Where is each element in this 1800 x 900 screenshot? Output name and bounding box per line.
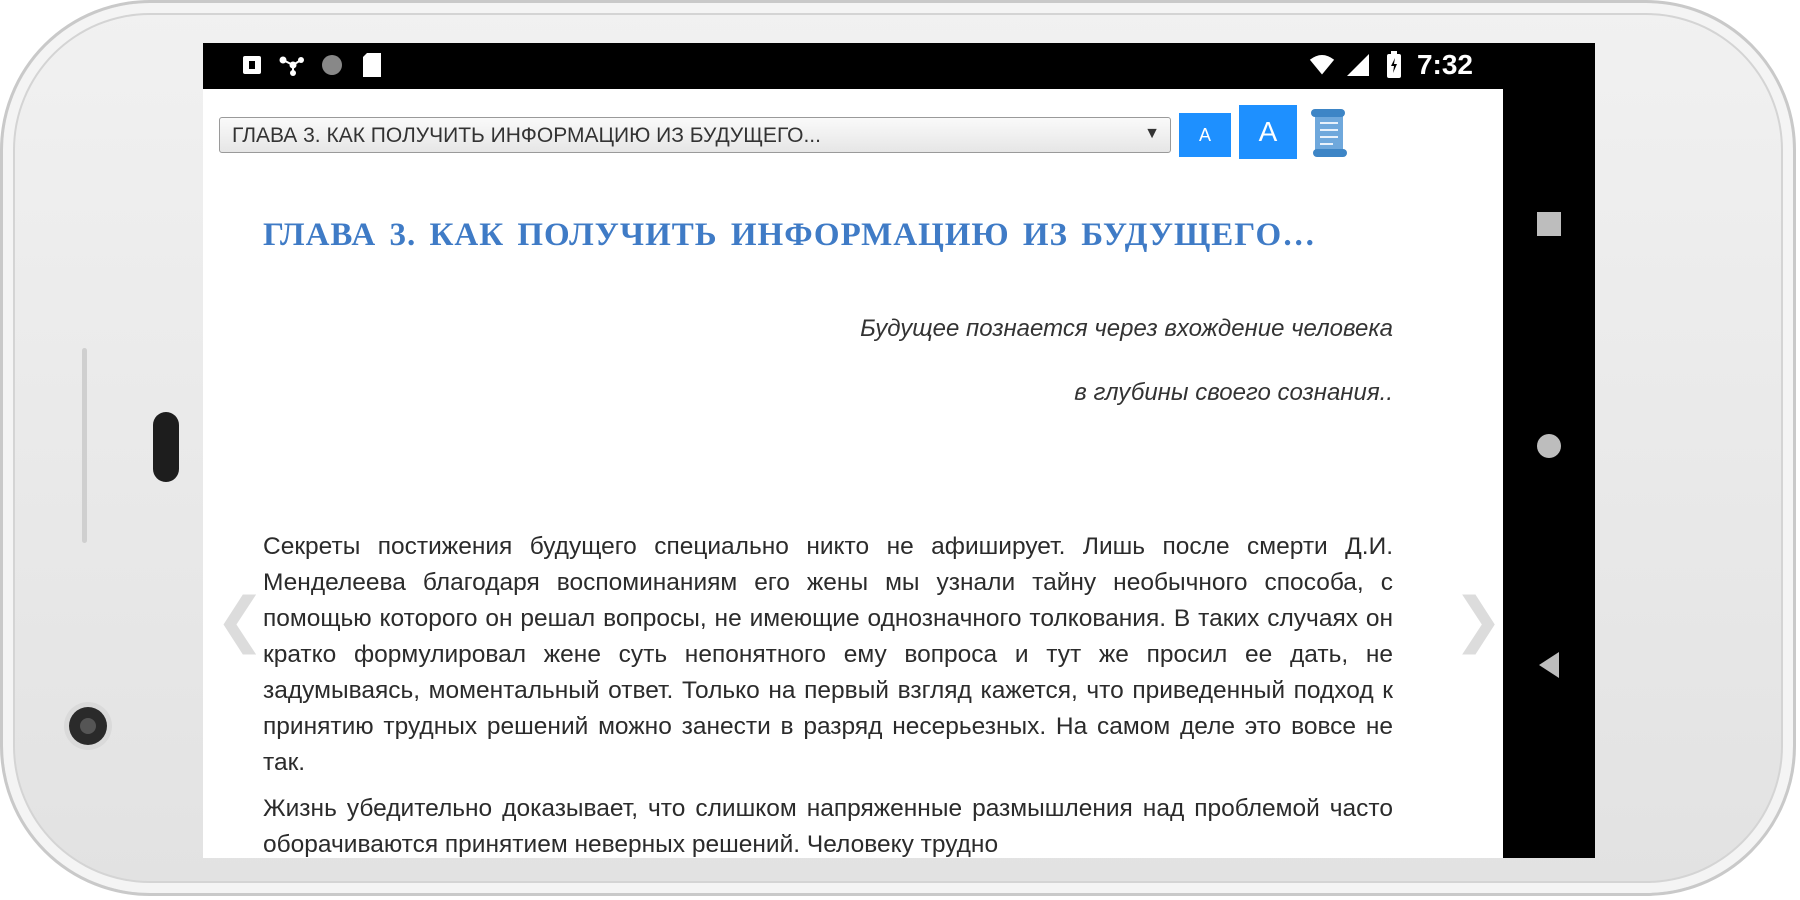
back-triangle-icon	[1539, 652, 1559, 678]
battery-icon	[1381, 51, 1407, 78]
android-nav-bar	[1503, 43, 1595, 858]
home-button[interactable]	[1533, 430, 1565, 462]
square-icon	[1537, 212, 1561, 236]
chapter-select-value: ГЛАВА 3. КАК ПОЛУЧИТЬ ИНФОРМАЦИЮ ИЗ БУДУ…	[232, 124, 821, 147]
wifi-icon	[1309, 52, 1335, 78]
chapter-title: ГЛАВА 3. КАК ПОЛУЧИТЬ ИНФОРМАЦИЮ ИЗ БУДУ…	[263, 217, 1317, 253]
book-text: Секреты постижения будущего специально н…	[263, 529, 1393, 858]
circle-home-icon	[1537, 434, 1561, 458]
signal-icon	[1345, 52, 1371, 78]
phone-camera	[69, 707, 107, 745]
prev-page-button[interactable]: ❮	[215, 585, 265, 655]
paragraph: Жизнь убедительно доказывает, что слишко…	[263, 795, 1393, 858]
reader-content: ГЛАВА 3. КАК ПОЛУЧИТЬ ИНФОРМАЦИЮ ИЗ БУДУ…	[203, 89, 1503, 858]
circle-icon	[319, 52, 345, 78]
phone-side-line	[82, 348, 87, 543]
status-time: 7:32	[1416, 49, 1473, 80]
font-decrease-button[interactable]: A	[1179, 113, 1231, 157]
epigraph-line-1: Будущее познается через вхождение челове…	[860, 315, 1393, 342]
paragraph: Секреты постижения будущего специально н…	[263, 533, 1393, 776]
phone-speaker	[153, 412, 179, 482]
font-increase-label: A	[1258, 116, 1278, 147]
phone-frame: 7:32 ГЛАВА 3. КАК ПОЛУЧИТЬ ИНФОРМАЦИЮ ИЗ…	[0, 0, 1796, 896]
phone-screen: 7:32 ГЛАВА 3. КАК ПОЛУЧИТЬ ИНФОРМАЦИЮ ИЗ…	[203, 43, 1595, 858]
share-icon	[279, 52, 305, 78]
next-page-button[interactable]: ❯	[1453, 585, 1503, 655]
scroll-icon[interactable]	[1307, 107, 1351, 159]
back-button[interactable]	[1533, 649, 1565, 681]
recents-button[interactable]	[1533, 208, 1565, 240]
epigraph-line-2: в глубины своего сознания..	[1074, 379, 1393, 406]
sd-card-icon	[359, 52, 385, 78]
status-bar: 7:32	[203, 43, 1503, 89]
chapter-select[interactable]: ГЛАВА 3. КАК ПОЛУЧИТЬ ИНФОРМАЦИЮ ИЗ БУДУ…	[219, 117, 1171, 153]
dropdown-arrow-icon: ▼	[1144, 125, 1160, 142]
notification-icon	[239, 52, 265, 78]
font-decrease-label: A	[1198, 124, 1211, 145]
font-increase-button[interactable]: A	[1239, 105, 1297, 159]
